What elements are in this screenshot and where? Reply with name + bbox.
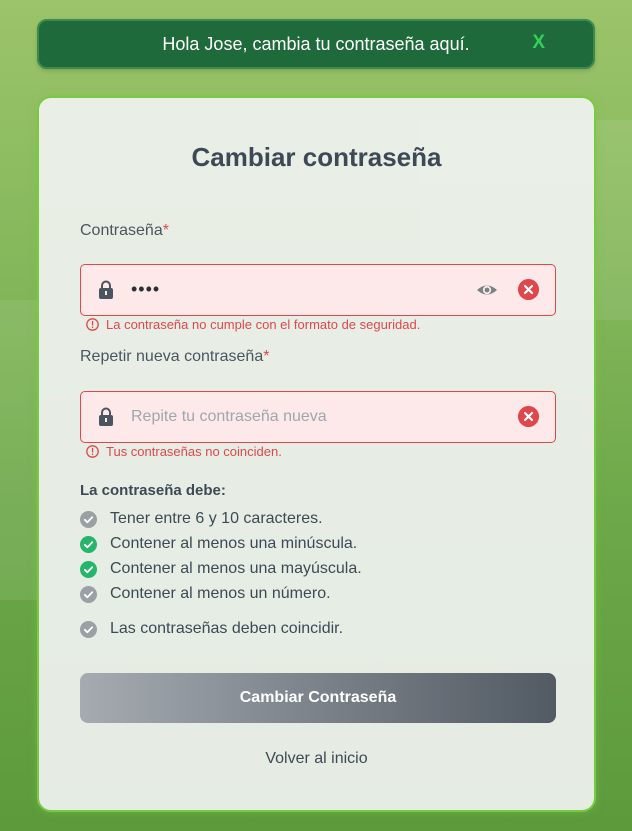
banner-close-button[interactable]: X bbox=[532, 32, 545, 54]
background-building bbox=[0, 300, 40, 600]
password-field[interactable]: •••• bbox=[80, 264, 556, 316]
rule-item: Tener entre 6 y 10 caracteres. bbox=[80, 510, 323, 528]
rule-item: Las contraseñas deben coincidir. bbox=[80, 620, 343, 638]
rules-title: La contraseña debe: bbox=[80, 482, 226, 499]
welcome-banner: Hola Jose, cambia tu contraseña aquí. X bbox=[37, 19, 595, 69]
rule-item: Contener al menos una minúscula. bbox=[80, 535, 357, 553]
clear-icon[interactable] bbox=[518, 279, 539, 300]
repeat-password-error: Tus contraseñas no coinciden. bbox=[86, 444, 282, 459]
rule-item: Contener al menos un número. bbox=[80, 585, 331, 603]
back-home-link[interactable]: Volver al inicio bbox=[39, 750, 594, 768]
clear-icon[interactable] bbox=[518, 406, 539, 427]
lock-icon bbox=[99, 280, 113, 299]
check-circle-icon bbox=[80, 620, 97, 638]
page-title: Cambiar contraseña bbox=[191, 142, 442, 172]
check-circle-icon bbox=[80, 535, 97, 553]
info-icon bbox=[86, 445, 99, 458]
lock-icon bbox=[99, 407, 113, 426]
required-mark: * bbox=[263, 348, 270, 365]
info-icon bbox=[86, 318, 99, 331]
password-error: La contraseña no cumple con el formato d… bbox=[86, 317, 420, 332]
required-mark: * bbox=[162, 222, 169, 239]
rule-item: Contener al menos una mayúscula. bbox=[80, 560, 362, 578]
password-input[interactable]: •••• bbox=[131, 265, 461, 314]
check-circle-icon bbox=[80, 510, 97, 528]
banner-message: Hola Jose, cambia tu contraseña aquí. bbox=[162, 33, 470, 54]
check-circle-icon bbox=[80, 585, 97, 603]
repeat-password-input[interactable]: Repite tu contraseña nueva bbox=[131, 392, 461, 441]
change-password-button[interactable]: Cambiar Contraseña bbox=[80, 673, 556, 723]
eye-icon[interactable] bbox=[476, 280, 498, 300]
password-label: Contraseña* bbox=[80, 222, 169, 239]
repeat-password-label: Repetir nueva contraseña* bbox=[80, 348, 270, 365]
change-password-card: Cambiar contraseña Contraseña* •••• La c… bbox=[37, 96, 596, 812]
repeat-password-field[interactable]: Repite tu contraseña nueva bbox=[80, 391, 556, 443]
check-circle-icon bbox=[80, 560, 97, 578]
